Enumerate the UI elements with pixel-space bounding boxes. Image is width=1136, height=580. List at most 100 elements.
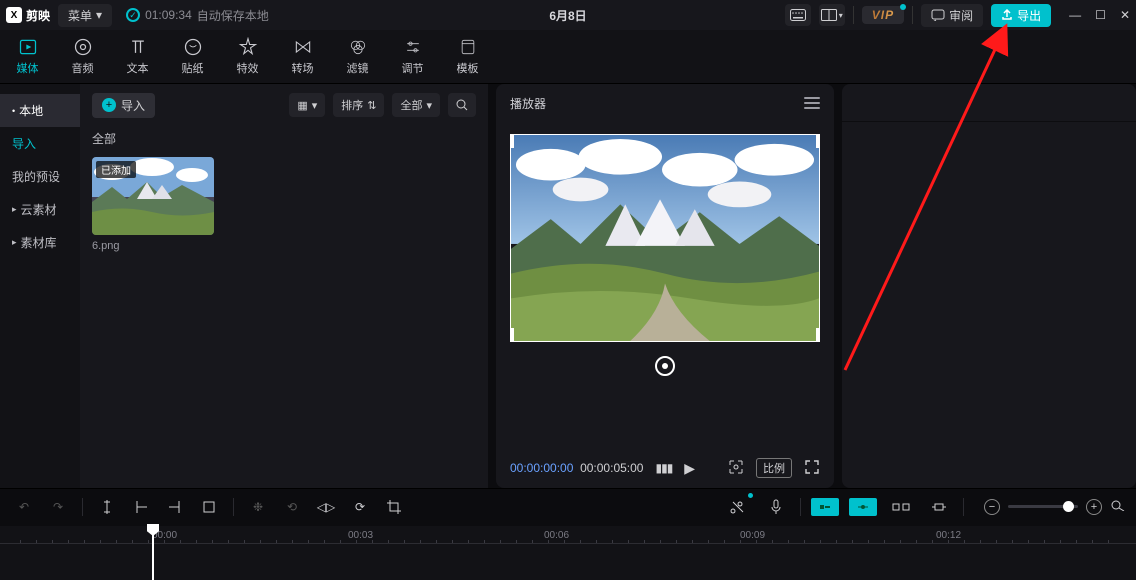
sidebar-item-preset[interactable]: 我的预设 — [0, 160, 80, 193]
timeline[interactable]: 00:0000:0300:0600:0900:12 — [0, 526, 1136, 580]
tab-label: 模板 — [457, 60, 479, 76]
tab-media[interactable]: 媒体 — [0, 37, 55, 76]
media-thumbnail[interactable]: 已添加 6.png — [92, 157, 214, 252]
export-label: 导出 — [1017, 7, 1041, 24]
review-label: 审阅 — [949, 7, 973, 24]
auto-cut-button[interactable] — [724, 494, 752, 520]
trim-right-button[interactable] — [161, 494, 189, 520]
mirror-button[interactable]: ◁▷ — [312, 494, 340, 520]
tab-text[interactable]: 文本 — [110, 37, 165, 76]
mic-button[interactable] — [762, 494, 790, 520]
maximize-button[interactable]: ☐ — [1095, 8, 1106, 22]
keyboard-icon[interactable] — [785, 4, 811, 26]
review-icon — [931, 9, 945, 21]
tab-label: 贴纸 — [182, 60, 204, 76]
close-button[interactable]: ✕ — [1120, 8, 1130, 22]
tab-template[interactable]: 模板 — [440, 37, 495, 76]
minimize-button[interactable]: — — [1069, 8, 1081, 22]
tab-sticker[interactable]: 贴纸 — [165, 37, 220, 76]
tab-filter[interactable]: 滤镜 — [330, 37, 385, 76]
ratio-button[interactable]: 比例 — [756, 458, 792, 478]
zoom-slider[interactable] — [1008, 505, 1078, 508]
tab-adjust[interactable]: 调节 — [385, 37, 440, 76]
track-toggle-4[interactable] — [925, 494, 953, 520]
filter-all-label: 全部 — [92, 130, 476, 147]
tab-label: 滤镜 — [347, 60, 369, 76]
volume-bars-icon[interactable]: ▮▮▮ — [655, 461, 672, 475]
undo-button[interactable]: ↶ — [10, 494, 38, 520]
ruler-tick: 00:03 — [348, 530, 373, 541]
split-button[interactable] — [93, 494, 121, 520]
freeze-button[interactable]: ❉ — [244, 494, 272, 520]
trim-left-button[interactable] — [127, 494, 155, 520]
track-toggle-3[interactable] — [887, 494, 915, 520]
player-menu-icon[interactable] — [804, 97, 820, 109]
chevron-down-icon: ▾ — [96, 8, 102, 22]
search-icon — [456, 99, 468, 111]
sidebar-item-local[interactable]: •本地 — [0, 94, 80, 127]
main-tabs: 媒体 音频 文本 贴纸 特效 转场 滤镜 调节 模板 — [0, 30, 1136, 84]
import-button[interactable]: + 导入 — [92, 93, 155, 118]
sidebar-item-import[interactable]: 导入 — [0, 127, 80, 160]
tab-effect[interactable]: 特效 — [220, 37, 275, 76]
rotate-handle[interactable] — [655, 356, 675, 376]
import-label: 导入 — [121, 97, 145, 114]
layout-icon[interactable]: ▾ — [819, 4, 845, 26]
chevron-down-icon: ▾ — [839, 11, 843, 20]
app-logo: X 剪映 — [6, 7, 50, 24]
sidebar-item-cloud[interactable]: ▸云素材 — [0, 193, 80, 226]
playhead[interactable] — [152, 526, 154, 580]
tab-transition[interactable]: 转场 — [275, 37, 330, 76]
view-mode-button[interactable]: ▦ ▾ — [289, 93, 325, 117]
save-message: 自动保存本地 — [197, 7, 269, 24]
player-title: 播放器 — [510, 95, 546, 112]
tab-label: 调节 — [402, 60, 424, 76]
save-time: 01:09:34 — [145, 8, 192, 22]
zoom-fit-button[interactable] — [1110, 499, 1126, 514]
media-sidebar: •本地 导入 我的预设 ▸云素材 ▸素材库 — [0, 84, 80, 488]
track-toggle-1[interactable] — [811, 494, 839, 520]
media-panel: + 导入 ▦ ▾ 排序 ⇅ 全部 ▾ 全部 — [80, 84, 488, 488]
player-panel: 播放器 — [496, 84, 834, 488]
filter-button[interactable]: 全部 ▾ — [392, 93, 440, 117]
tab-label: 媒体 — [17, 60, 39, 76]
export-icon — [1001, 9, 1013, 21]
window-controls: — ☐ ✕ — [1069, 8, 1130, 22]
thumbnail-name: 6.png — [92, 240, 214, 252]
ruler-tick: 00:09 — [740, 530, 765, 541]
sort-button[interactable]: 排序 ⇅ — [333, 93, 384, 117]
rotate-button[interactable]: ⟳ — [346, 494, 374, 520]
sidebar-item-library[interactable]: ▸素材库 — [0, 226, 80, 259]
zoom-in-button[interactable]: + — [1086, 499, 1102, 515]
project-title: 6月8日 — [549, 7, 586, 24]
redo-button[interactable]: ↷ — [44, 494, 72, 520]
tab-label: 转场 — [292, 60, 314, 76]
autosave-status: ✓ 01:09:34 自动保存本地 — [126, 7, 269, 24]
review-button[interactable]: 审阅 — [921, 4, 983, 27]
crop-button[interactable] — [380, 494, 408, 520]
tab-audio[interactable]: 音频 — [55, 37, 110, 76]
tab-label: 文本 — [127, 60, 149, 76]
tab-label: 特效 — [237, 60, 259, 76]
search-button[interactable] — [448, 93, 476, 117]
delete-button[interactable] — [195, 494, 223, 520]
menu-button[interactable]: 菜单 ▾ — [58, 4, 112, 27]
added-tag: 已添加 — [96, 161, 136, 178]
logo-mark-icon: X — [6, 7, 22, 23]
plus-icon: + — [102, 98, 116, 112]
track-toggle-2[interactable] — [849, 494, 877, 520]
reverse-button[interactable]: ⟲ — [278, 494, 306, 520]
zoom-out-button[interactable]: − — [984, 499, 1000, 515]
fullscreen-icon[interactable] — [804, 459, 820, 478]
check-icon: ✓ — [126, 8, 140, 22]
vip-button[interactable]: VIP — [862, 6, 904, 24]
export-button[interactable]: 导出 — [991, 4, 1051, 27]
properties-panel — [842, 84, 1136, 488]
timecode: 00:00:00:00 00:00:05:00 — [510, 461, 643, 475]
crop-frame-icon[interactable] — [728, 459, 744, 478]
tab-label: 音频 — [72, 60, 94, 76]
chevron-down-icon: ▾ — [312, 99, 318, 112]
play-button[interactable]: ▶ — [684, 460, 695, 477]
preview-canvas[interactable] — [510, 134, 820, 342]
vip-label: VIP — [872, 8, 894, 22]
